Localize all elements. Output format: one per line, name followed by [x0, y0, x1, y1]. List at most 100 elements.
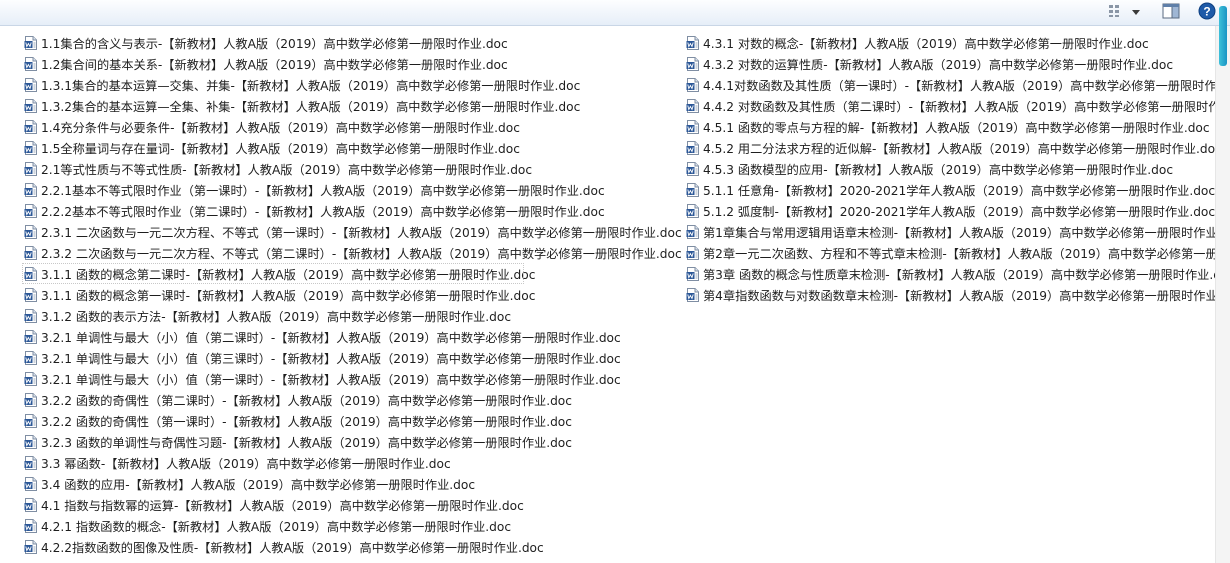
- file-item[interactable]: 5.1.2 弧度制-【新教材】2020-2021学年人教A版（2019）高中数学…: [684, 200, 1215, 221]
- word-doc-icon: [24, 497, 37, 512]
- file-name: 5.1.1 任意角-【新教材】2020-2021学年人教A版（2019）高中数学…: [703, 183, 1215, 198]
- file-item[interactable]: 3.3 幂函数-【新教材】人教A版（2019）高中数学必修第一册限时作业.doc: [22, 452, 682, 473]
- svg-text:?: ?: [1203, 4, 1210, 18]
- file-item[interactable]: 3.2.2 函数的奇偶性（第二课时）-【新教材】人教A版（2019）高中数学必修…: [22, 389, 682, 410]
- preview-pane-button[interactable]: [1160, 2, 1182, 22]
- file-name: 4.5.1 函数的零点与方程的解-【新教材】人教A版（2019）高中数学必修第一…: [703, 120, 1210, 135]
- file-name: 第2章一元二次函数、方程和不等式章末检测-【新教材】人教A版（2019）高中数学…: [703, 246, 1215, 261]
- file-item[interactable]: 3.2.3 函数的单调性与奇偶性习题-【新教材】人教A版（2019）高中数学必修…: [22, 431, 682, 452]
- file-item[interactable]: 第3章 函数的概念与性质章末检测-【新教材】人教A版（2019）高中数学必修第一…: [684, 263, 1215, 284]
- file-item[interactable]: 1.2集合间的基本关系-【新教材】人教A版（2019）高中数学必修第一册限时作业…: [22, 53, 682, 74]
- file-item[interactable]: 2.2.1基本不等式限时作业（第一课时）-【新教材】人教A版（2019）高中数学…: [22, 179, 682, 200]
- file-name: 4.1 指数与指数幂的运算-【新教材】人教A版（2019）高中数学必修第一册限时…: [41, 498, 524, 513]
- file-item[interactable]: 3.2.2 函数的奇偶性（第一课时）-【新教材】人教A版（2019）高中数学必修…: [22, 410, 682, 431]
- word-doc-icon: [686, 245, 699, 260]
- word-doc-icon: [24, 161, 37, 176]
- word-doc-icon: [686, 203, 699, 218]
- file-item[interactable]: 4.2.2指数函数的图像及性质-【新教材】人教A版（2019）高中数学必修第一册…: [22, 536, 682, 557]
- file-name: 4.5.3 函数模型的应用-【新教材】人教A版（2019）高中数学必修第一册限时…: [703, 162, 1174, 177]
- word-doc-icon: [686, 119, 699, 134]
- file-item[interactable]: 5.1.1 任意角-【新教材】2020-2021学年人教A版（2019）高中数学…: [684, 179, 1215, 200]
- file-item[interactable]: 1.4充分条件与必要条件-【新教材】人教A版（2019）高中数学必修第一册限时作…: [22, 116, 682, 137]
- word-doc-icon: [24, 455, 37, 470]
- file-item[interactable]: 2.1等式性质与不等式性质-【新教材】人教A版（2019）高中数学必修第一册限时…: [22, 158, 682, 179]
- file-name: 1.2集合间的基本关系-【新教材】人教A版（2019）高中数学必修第一册限时作业…: [41, 57, 508, 72]
- file-item[interactable]: 4.3.1 对数的概念-【新教材】人教A版（2019）高中数学必修第一册限时作业…: [684, 32, 1215, 53]
- explorer-toolbar: ?: [0, 0, 1230, 26]
- file-item[interactable]: 2.3.1 二次函数与一元二次方程、不等式（第一课时）-【新教材】人教A版（20…: [22, 221, 682, 242]
- word-doc-icon: [24, 245, 37, 260]
- file-item[interactable]: 2.2.2基本不等式限时作业（第二课时）-【新教材】人教A版（2019）高中数学…: [22, 200, 682, 221]
- word-doc-icon: [24, 203, 37, 218]
- view-options-button[interactable]: [1104, 2, 1144, 22]
- file-item[interactable]: 3.1.1 函数的概念第一课时-【新教材】人教A版（2019）高中数学必修第一册…: [22, 284, 682, 305]
- file-name: 4.2.1 指数函数的概念-【新教材】人教A版（2019）高中数学必修第一册限时…: [41, 519, 512, 534]
- file-item[interactable]: 4.3.2 对数的运算性质-【新教材】人教A版（2019）高中数学必修第一册限时…: [684, 53, 1215, 74]
- file-name: 4.3.1 对数的概念-【新教材】人教A版（2019）高中数学必修第一册限时作业…: [703, 36, 1149, 51]
- file-name: 第3章 函数的概念与性质章末检测-【新教材】人教A版（2019）高中数学必修第一…: [703, 267, 1215, 282]
- word-doc-icon: [686, 77, 699, 92]
- file-item[interactable]: 第4章指数函数与对数函数章末检测-【新教材】人教A版（2019）高中数学必修第一…: [684, 284, 1215, 305]
- file-name: 2.2.1基本不等式限时作业（第一课时）-【新教材】人教A版（2019）高中数学…: [41, 183, 605, 198]
- file-name: 4.4.2 对数函数及其性质（第二课时）-【新教材】人教A版（2019）高中数学…: [703, 99, 1215, 114]
- file-name: 3.2.2 函数的奇偶性（第一课时）-【新教材】人教A版（2019）高中数学必修…: [41, 414, 572, 429]
- word-doc-icon: [686, 98, 699, 113]
- file-name: 1.1集合的含义与表示-【新教材】人教A版（2019）高中数学必修第一册限时作业…: [41, 36, 508, 51]
- view-options-icon: [1108, 4, 1126, 21]
- file-item[interactable]: 3.1.2 函数的表示方法-【新教材】人教A版（2019）高中数学必修第一册限时…: [22, 305, 682, 326]
- help-icon: ?: [1198, 2, 1216, 23]
- scrollbar-thumb[interactable]: [1219, 6, 1227, 66]
- file-name: 3.1.1 函数的概念第二课时-【新教材】人教A版（2019）高中数学必修第一册…: [41, 267, 536, 282]
- word-doc-icon: [24, 350, 37, 365]
- file-item[interactable]: 4.5.2 用二分法求方程的近似解-【新教材】人教A版（2019）高中数学必修第…: [684, 137, 1215, 158]
- word-doc-icon: [686, 140, 699, 155]
- file-name: 3.2.2 函数的奇偶性（第二课时）-【新教材】人教A版（2019）高中数学必修…: [41, 393, 572, 408]
- help-button[interactable]: ?: [1196, 2, 1218, 22]
- word-doc-icon: [24, 518, 37, 533]
- file-item[interactable]: 第2章一元二次函数、方程和不等式章末检测-【新教材】人教A版（2019）高中数学…: [684, 242, 1215, 263]
- word-doc-icon: [686, 35, 699, 50]
- file-item[interactable]: 1.1集合的含义与表示-【新教材】人教A版（2019）高中数学必修第一册限时作业…: [22, 32, 682, 53]
- file-column-2: 4.3.1 对数的概念-【新教材】人教A版（2019）高中数学必修第一册限时作业…: [684, 32, 1215, 305]
- file-item[interactable]: 3.2.1 单调性与最大（小）值（第二课时）-【新教材】人教A版（2019）高中…: [22, 326, 682, 347]
- word-doc-icon: [24, 224, 37, 239]
- file-item[interactable]: 3.2.1 单调性与最大（小）值（第三课时）-【新教材】人教A版（2019）高中…: [22, 347, 682, 368]
- file-item[interactable]: 3.1.1 函数的概念第二课时-【新教材】人教A版（2019）高中数学必修第一册…: [22, 263, 535, 284]
- file-name: 3.3 幂函数-【新教材】人教A版（2019）高中数学必修第一册限时作业.doc: [41, 456, 451, 471]
- file-item[interactable]: 4.5.1 函数的零点与方程的解-【新教材】人教A版（2019）高中数学必修第一…: [684, 116, 1215, 137]
- file-name: 1.5全称量词与存在量词-【新教材】人教A版（2019）高中数学必修第一册限时作…: [41, 141, 520, 156]
- file-name: 2.2.2基本不等式限时作业（第二课时）-【新教材】人教A版（2019）高中数学…: [41, 204, 605, 219]
- file-name: 第4章指数函数与对数函数章末检测-【新教材】人教A版（2019）高中数学必修第一…: [703, 288, 1215, 303]
- file-item[interactable]: 3.4 函数的应用-【新教材】人教A版（2019）高中数学必修第一册限时作业.d…: [22, 473, 682, 494]
- file-name: 4.5.2 用二分法求方程的近似解-【新教材】人教A版（2019）高中数学必修第…: [703, 141, 1215, 156]
- file-item[interactable]: 1.5全称量词与存在量词-【新教材】人教A版（2019）高中数学必修第一册限时作…: [22, 137, 682, 158]
- file-item[interactable]: 1.3.2集合的基本运算—全集、补集-【新教材】人教A版（2019）高中数学必修…: [22, 95, 682, 116]
- file-item[interactable]: 4.1 指数与指数幂的运算-【新教材】人教A版（2019）高中数学必修第一册限时…: [22, 494, 682, 515]
- file-item[interactable]: 2.3.2 二次函数与一元二次方程、不等式（第二课时）-【新教材】人教A版（20…: [22, 242, 682, 263]
- file-item[interactable]: 1.3.1集合的基本运算—交集、并集-【新教材】人教A版（2019）高中数学必修…: [22, 74, 682, 95]
- preview-pane-icon: [1162, 3, 1180, 22]
- word-doc-icon: [686, 224, 699, 239]
- word-doc-icon: [24, 434, 37, 449]
- word-doc-icon: [686, 287, 699, 302]
- file-name: 3.4 函数的应用-【新教材】人教A版（2019）高中数学必修第一册限时作业.d…: [41, 477, 476, 492]
- file-item[interactable]: 4.4.1对数函数及其性质（第一课时）-【新教材】人教A版（2019）高中数学必…: [684, 74, 1215, 95]
- word-doc-icon: [686, 266, 699, 281]
- file-name: 1.4充分条件与必要条件-【新教材】人教A版（2019）高中数学必修第一册限时作…: [41, 120, 520, 135]
- word-doc-icon: [686, 161, 699, 176]
- file-name: 3.2.1 单调性与最大（小）值（第二课时）-【新教材】人教A版（2019）高中…: [41, 330, 621, 345]
- word-doc-icon: [24, 35, 37, 50]
- chevron-down-icon[interactable]: [1132, 5, 1140, 19]
- file-name: 2.1等式性质与不等式性质-【新教材】人教A版（2019）高中数学必修第一册限时…: [41, 162, 533, 177]
- word-doc-icon: [24, 371, 37, 386]
- word-doc-icon: [24, 119, 37, 134]
- vertical-scrollbar[interactable]: [1215, 6, 1230, 563]
- file-item[interactable]: 4.2.1 指数函数的概念-【新教材】人教A版（2019）高中数学必修第一册限时…: [22, 515, 682, 536]
- file-item[interactable]: 4.4.2 对数函数及其性质（第二课时）-【新教材】人教A版（2019）高中数学…: [684, 95, 1215, 116]
- file-name: 5.1.2 弧度制-【新教材】2020-2021学年人教A版（2019）高中数学…: [703, 204, 1215, 219]
- file-item[interactable]: 第1章集合与常用逻辑用语章末检测-【新教材】人教A版（2019）高中数学必修第一…: [684, 221, 1215, 242]
- file-item[interactable]: 4.5.3 函数模型的应用-【新教材】人教A版（2019）高中数学必修第一册限时…: [684, 158, 1215, 179]
- file-item[interactable]: 3.2.1 单调性与最大（小）值（第一课时）-【新教材】人教A版（2019）高中…: [22, 368, 682, 389]
- file-name: 3.2.1 单调性与最大（小）值（第三课时）-【新教材】人教A版（2019）高中…: [41, 351, 621, 366]
- word-doc-icon: [24, 56, 37, 71]
